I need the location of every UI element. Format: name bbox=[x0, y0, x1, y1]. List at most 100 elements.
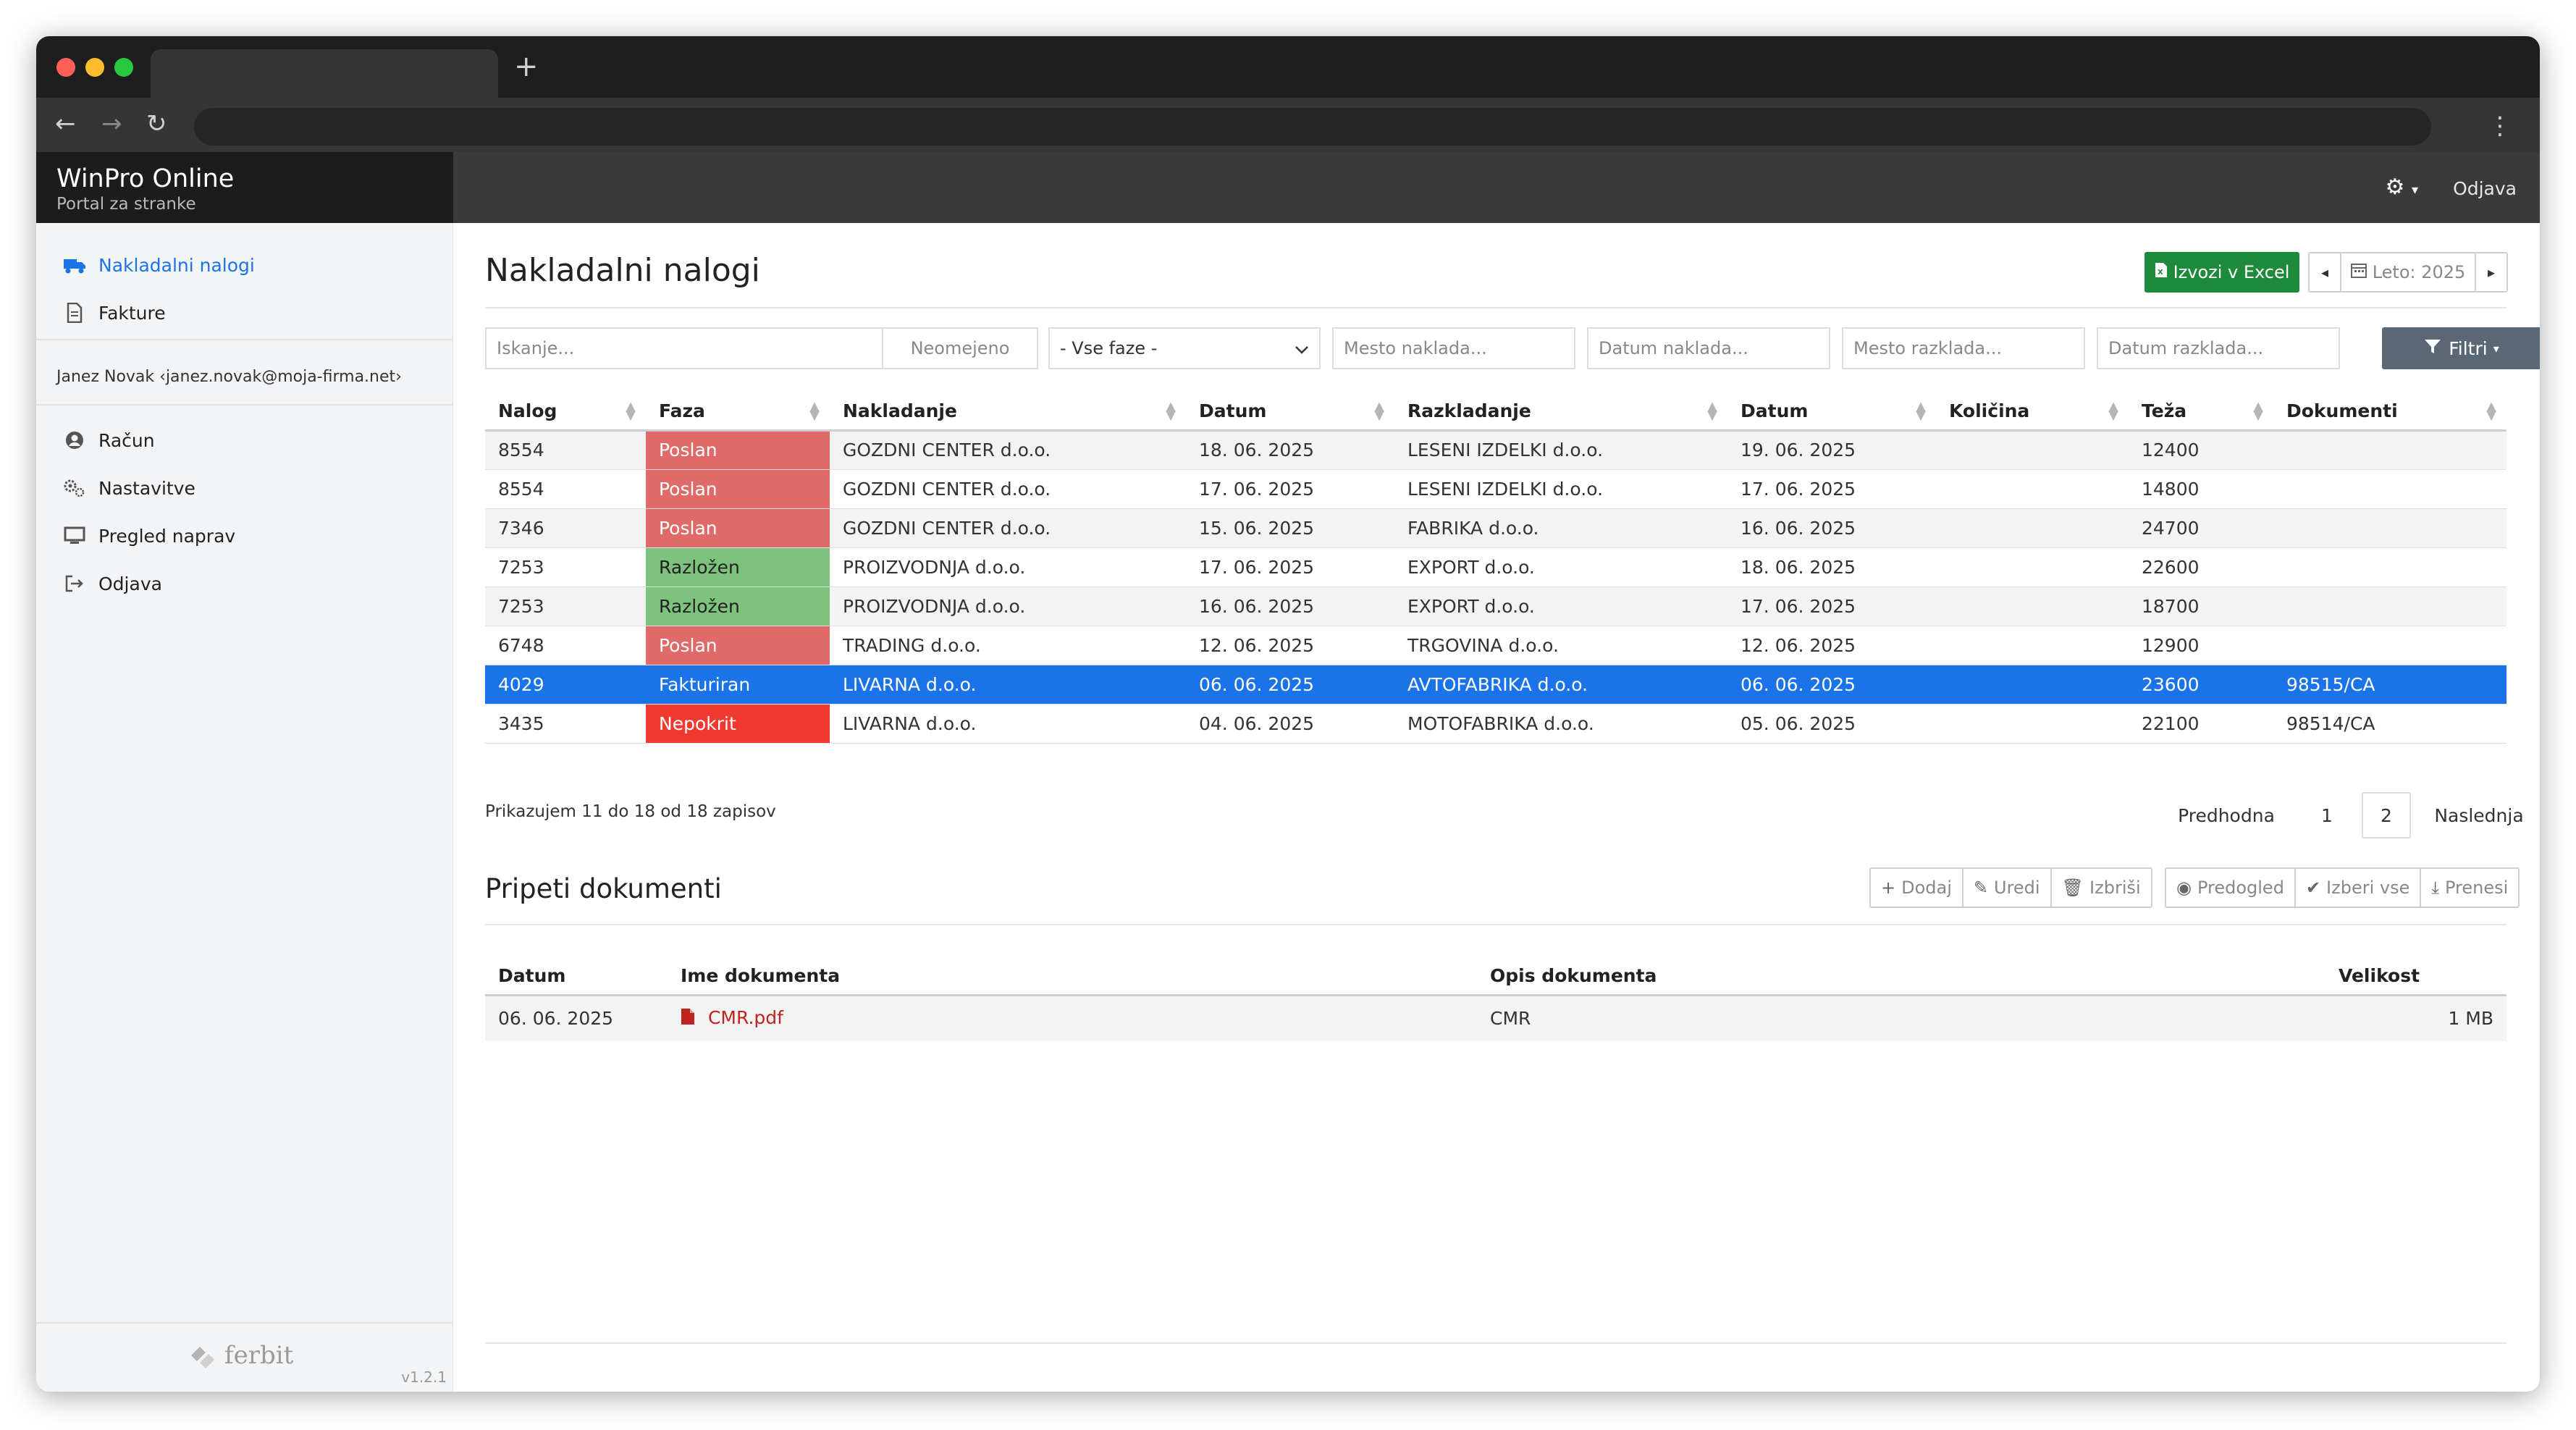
unload-date-input[interactable]: Datum razklada... bbox=[2097, 327, 2340, 369]
download-button[interactable]: ⤓ Prenesi bbox=[2420, 869, 2518, 907]
sort-icon: ▲ ▼ bbox=[1166, 399, 1176, 423]
cell-unloading-company: FABRIKA d.o.o. bbox=[1394, 508, 1727, 548]
add-button[interactable]: + Dodaj bbox=[1871, 869, 1962, 907]
phase-select[interactable]: - Vse faze - bbox=[1048, 327, 1321, 369]
cell-order-number: 8554 bbox=[485, 430, 646, 470]
sidebar-item-label: Račun bbox=[98, 429, 155, 451]
sidebar-item-nakladalni-nalogi[interactable]: Nakladalni nalogi bbox=[62, 251, 255, 279]
top-bar: ⚙ ▾ Odjava bbox=[453, 152, 2540, 223]
column-header-nalog[interactable]: Nalog ▲ ▼ bbox=[485, 392, 646, 432]
logout-link[interactable]: Odjava bbox=[2453, 172, 2517, 206]
pagination-next[interactable]: Naslednja bbox=[2421, 792, 2537, 838]
cell-documents bbox=[2273, 508, 2506, 548]
select-all-button[interactable]: ✔ Izberi vse bbox=[2294, 869, 2420, 907]
cell-phase: Poslan bbox=[646, 626, 830, 665]
sidebar-item-pregled-naprav[interactable]: Pregled naprav bbox=[62, 521, 235, 550]
download-icon: ⤓ bbox=[2431, 878, 2439, 898]
search-input[interactable]: Iskanje... bbox=[485, 327, 883, 369]
sidebar-item-label: Nakladalni nalogi bbox=[98, 254, 255, 276]
column-header-teza[interactable]: Teža ▲ ▼ bbox=[2129, 392, 2273, 432]
minimize-window-icon[interactable] bbox=[85, 58, 104, 77]
cell-quantity bbox=[1936, 469, 2129, 509]
back-icon[interactable]: ← bbox=[55, 106, 76, 142]
column-header-faza[interactable]: Faza ▲ ▼ bbox=[646, 392, 830, 432]
sidebar-item-label: Nastavitve bbox=[98, 477, 195, 499]
edit-button[interactable]: ✎ Uredi bbox=[1961, 869, 2050, 907]
column-header-label: Nalog bbox=[498, 400, 557, 421]
cell-quantity bbox=[1936, 704, 2129, 744]
preview-button[interactable]: ◉ Predogled bbox=[2166, 869, 2294, 907]
column-header-nakladanje[interactable]: Nakladanje ▲ ▼ bbox=[830, 392, 1186, 432]
pagination-page-1[interactable]: 1 bbox=[2304, 792, 2350, 838]
address-bar[interactable] bbox=[194, 108, 2431, 146]
table-row[interactable]: 4029 Fakturiran LIVARNA d.o.o. 06. 06. 2025… bbox=[485, 665, 2506, 705]
column-header-razkladanje[interactable]: Razkladanje ▲ ▼ bbox=[1394, 392, 1727, 432]
column-header-kolicina[interactable]: Količina ▲ ▼ bbox=[1936, 392, 2129, 432]
cell-order-number: 7346 bbox=[485, 508, 646, 548]
browser-tab[interactable] bbox=[151, 49, 498, 98]
cell-quantity bbox=[1936, 626, 2129, 665]
column-header-datum-naklada[interactable]: Datum ▲ ▼ bbox=[1186, 392, 1394, 432]
table-row[interactable]: 7253 Razložen PROIZVODNJA d.o.o. 17. 06. 20… bbox=[485, 547, 2506, 587]
app-brand[interactable]: WinPro Online Portal za stranke bbox=[36, 152, 453, 223]
filter-button[interactable]: Filtri ▾ bbox=[2382, 327, 2540, 369]
new-tab-icon[interactable]: + bbox=[514, 52, 539, 81]
attachment-name-link[interactable]: CMR.pdf bbox=[708, 1007, 783, 1028]
next-year-button[interactable]: ▸ bbox=[2476, 253, 2506, 291]
sidebar-item-fakture[interactable]: Fakture bbox=[62, 298, 166, 327]
delete-button[interactable]: 🗑 Izbriši bbox=[2050, 869, 2151, 907]
limit-select[interactable]: Neomejeno bbox=[883, 327, 1038, 369]
divider bbox=[36, 404, 453, 405]
column-header-label: Teža bbox=[2142, 400, 2187, 421]
caret-left-icon: ◂ bbox=[2320, 264, 2329, 281]
settings-dropdown[interactable]: ⚙ ▾ bbox=[2386, 171, 2419, 207]
table-row[interactable]: 3435 Nepokrit LIVARNA d.o.o. 04. 06. 2025 MO… bbox=[485, 704, 2506, 744]
column-header-dokumenti[interactable]: Dokumenti ▲ ▼ bbox=[2273, 392, 2506, 432]
cell-loading-company: PROIZVODNJA d.o.o. bbox=[830, 547, 1186, 587]
preview-button-label: Predogled bbox=[2197, 878, 2284, 898]
table-row[interactable]: 7253 Razložen PROIZVODNJA d.o.o. 16. 06. 20… bbox=[485, 586, 2506, 626]
cell-weight: 12900 bbox=[2129, 626, 2273, 665]
forward-icon[interactable]: → bbox=[101, 106, 122, 142]
year-picker[interactable]: Leto: 2025 bbox=[2340, 253, 2476, 291]
ferbit-logo-icon bbox=[191, 1347, 214, 1368]
sidebar-item-racun[interactable]: Račun bbox=[62, 426, 155, 455]
cell-unloading-date: 17. 06. 2025 bbox=[1727, 469, 1936, 509]
sort-icon: ▲ ▼ bbox=[2253, 399, 2263, 423]
table-row[interactable]: 8554 Poslan GOZDNI CENTER d.o.o. 17. 06. 20… bbox=[485, 469, 2506, 509]
sidebar-item-odjava[interactable]: Odjava bbox=[62, 569, 162, 598]
table-row[interactable]: 6748 Poslan TRADING d.o.o. 12. 06. 2025 TRGO… bbox=[485, 626, 2506, 665]
table-header-row: Datum Ime dokumenta Opis dokumenta Velik… bbox=[485, 957, 2506, 996]
sort-icon: ▲ ▼ bbox=[1707, 399, 1717, 423]
user-identity: Janez Novak ‹janez.novak@moja-firma.net› bbox=[56, 368, 402, 386]
table-row[interactable]: 7346 Poslan GOZDNI CENTER d.o.o. 15. 06. 20… bbox=[485, 508, 2506, 548]
previous-year-button[interactable]: ◂ bbox=[2310, 253, 2340, 291]
cell-quantity bbox=[1936, 547, 2129, 587]
pagination-previous[interactable]: Predhodna bbox=[2165, 792, 2288, 838]
browser-window: + ← → ↻ ⋮ WinPro Online Portal za strank… bbox=[36, 36, 2540, 1392]
cell-unloading-date: 05. 06. 2025 bbox=[1727, 704, 1936, 744]
phase-select-value: - Vse faze - bbox=[1060, 338, 1158, 358]
cell-documents bbox=[2273, 430, 2506, 470]
table-row[interactable]: 06. 06. 2025 CMR.pdf CMR 1 MB bbox=[485, 995, 2506, 1041]
reload-icon[interactable]: ↻ bbox=[146, 106, 167, 142]
attachment-edit-buttons: + Dodaj ✎ Uredi 🗑 Izbriši bbox=[1869, 867, 2152, 908]
load-place-input[interactable]: Mesto naklada... bbox=[1332, 327, 1575, 369]
cell-loading-company: GOZDNI CENTER d.o.o. bbox=[830, 508, 1186, 548]
load-date-input[interactable]: Datum naklada... bbox=[1587, 327, 1830, 369]
sort-icon: ▲ ▼ bbox=[2108, 399, 2118, 423]
unload-place-input[interactable]: Mesto razklada... bbox=[1842, 327, 2085, 369]
maximize-window-icon[interactable] bbox=[114, 58, 133, 77]
table-row[interactable]: 8554 Poslan GOZDNI CENTER d.o.o. 18. 06. 20… bbox=[485, 430, 2506, 470]
browser-menu-icon[interactable]: ⋮ bbox=[2488, 112, 2512, 140]
attachment-name-cell[interactable]: CMR.pdf bbox=[668, 995, 1477, 1041]
cell-documents: 98515/CA bbox=[2273, 665, 2506, 705]
cell-unloading-date: 18. 06. 2025 bbox=[1727, 547, 1936, 587]
close-window-icon[interactable] bbox=[56, 58, 75, 77]
export-excel-button[interactable]: X Izvozi v Excel bbox=[2144, 252, 2299, 293]
sidebar-item-nastavitve[interactable]: Nastavitve bbox=[62, 474, 195, 502]
edit-button-label: Uredi bbox=[1994, 878, 2040, 898]
column-header-datum-razklada[interactable]: Datum ▲ ▼ bbox=[1727, 392, 1936, 432]
pagination-page-2[interactable]: 2 bbox=[2362, 792, 2411, 838]
excel-icon: X bbox=[2155, 262, 2168, 282]
